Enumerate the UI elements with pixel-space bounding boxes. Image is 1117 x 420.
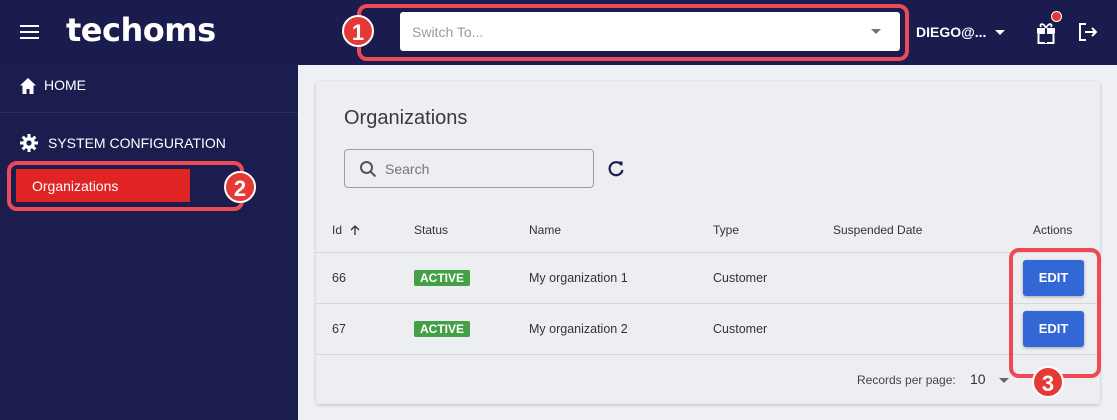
table-divider [316,303,1100,304]
cell-type: Customer [713,271,768,285]
notification-dot [1051,11,1062,22]
top-app-bar: techoms 1 DIEGO@... [0,0,1117,65]
records-per-page-select[interactable]: 10 [970,371,986,387]
sort-ascending-icon[interactable] [350,225,360,236]
records-per-page-chevron-icon[interactable] [999,378,1009,383]
column-header-actions: Actions [1033,223,1073,237]
search-icon [360,161,377,178]
logo: techoms [66,11,216,49]
table-divider [316,252,1100,253]
gift-icon[interactable] [1035,20,1057,44]
column-header-id[interactable]: Id [332,223,360,237]
organizations-card: Organizations Id Status Name Type Suspen… [316,81,1100,404]
user-menu-label[interactable]: DIEGO@... [916,24,986,40]
callout-badge-2: 2 [224,171,256,203]
sidebar: HOME SYSTEM CONFIGURATION Organizations … [0,65,298,420]
cell-id: 67 [332,322,346,336]
column-header-type: Type [713,223,740,237]
cell-name: My organization 2 [529,322,628,336]
refresh-icon[interactable] [606,159,626,179]
main-content: Organizations Id Status Name Type Suspen… [298,65,1117,420]
records-per-page-label: Records per page: [857,373,956,387]
column-header-status: Status [414,223,449,237]
table-divider [316,354,1100,355]
sidebar-item-system-configuration[interactable]: SYSTEM CONFIGURATION [0,127,298,157]
callout-frame-1 [357,4,909,61]
callout-badge-1: 1 [342,15,374,47]
gear-icon [20,134,38,152]
home-icon [20,78,36,94]
page-title: Organizations [344,107,468,129]
cell-name: My organization 1 [529,271,628,285]
menu-icon[interactable] [20,25,39,39]
column-header-name: Name [529,223,562,237]
search-box[interactable] [344,149,594,188]
callout-frame-2 [7,161,244,211]
callout-frame-3 [1009,248,1101,378]
sidebar-item-home[interactable]: HOME [0,65,298,113]
column-header-suspended-date: Suspended Date [833,223,923,237]
cell-type: Customer [713,322,768,336]
user-menu-chevron-icon[interactable] [995,30,1005,35]
logout-icon[interactable] [1077,21,1099,43]
status-badge: ACTIVE [414,321,471,337]
callout-badge-3: 3 [1032,366,1064,398]
sidebar-item-label: HOME [44,77,86,93]
sidebar-item-label: SYSTEM CONFIGURATION [48,135,226,151]
cell-id: 66 [332,271,346,285]
status-badge: ACTIVE [414,270,471,286]
search-input[interactable] [385,150,590,187]
